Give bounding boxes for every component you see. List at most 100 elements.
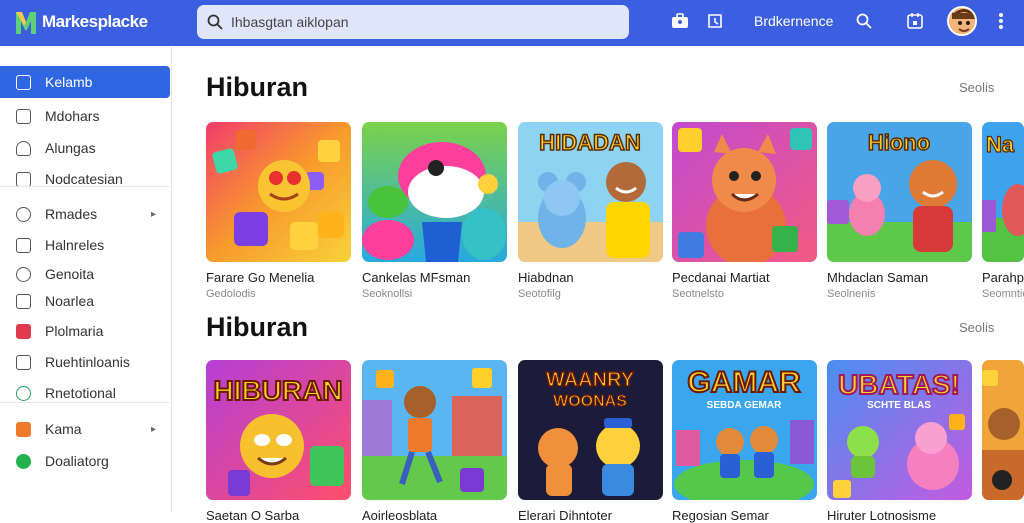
refresh-icon — [16, 266, 31, 282]
calendar-icon[interactable] — [904, 10, 926, 32]
sidebar-item-nodcatesian[interactable]: Nodcatesian — [0, 163, 170, 195]
app-card[interactable]: Na Parahpe Seomntioi — [982, 122, 1024, 300]
app-thumbnail[interactable]: Hiono — [827, 122, 972, 262]
main-content: Hiburan Seolis Farare Go Menelia Gedolod… — [173, 46, 1024, 523]
circle-icon — [16, 206, 31, 222]
app-thumbnail[interactable]: Na — [982, 122, 1024, 262]
logo-icon — [16, 12, 36, 34]
sidebar-item-label: Kelamb — [45, 74, 93, 90]
sidebar-item-kelamb[interactable]: Kelamb — [0, 66, 170, 98]
sidebar-item-rnetotional[interactable]: Rnetotional — [0, 377, 170, 409]
app-subtitle: Seotofilg — [518, 288, 561, 300]
app-card[interactable]: HIBURAN Saetan O Sarba — [206, 360, 351, 523]
play-icon — [16, 74, 31, 90]
app-title: Hiabdnan — [518, 270, 574, 285]
app-thumbnail[interactable]: HIDADAN — [518, 122, 663, 262]
music-icon — [16, 323, 31, 339]
app-subtitle: Seomntioi — [982, 288, 1024, 300]
app-title: Elerari Dihntoter — [518, 508, 612, 523]
app-title: Parahpe — [982, 270, 1024, 285]
thumb-banner-text: Hiono — [868, 130, 930, 155]
sidebar-item-label: Rnetotional — [45, 385, 116, 401]
sidebar-item-noarlea[interactable]: Noarlea — [0, 285, 170, 317]
sidebar-item-mdohars[interactable]: Mdohars — [0, 100, 170, 132]
check-circle-icon — [16, 385, 31, 401]
see-all-link[interactable]: Seolis — [959, 80, 994, 95]
app-title: Farare Go Menelia — [206, 270, 315, 285]
thumb-banner-text-2: SCHTE BLAS — [867, 400, 931, 411]
history-icon[interactable] — [704, 10, 726, 32]
app-subtitle: Seotnelsto — [672, 288, 724, 300]
search-icon[interactable] — [853, 10, 875, 32]
sidebar-item-label: Rmades — [45, 206, 98, 222]
sidebar-item-kama[interactable]: Kama ▸ — [0, 413, 170, 445]
check-circle-icon — [16, 453, 31, 469]
app-card[interactable]: UBATAS! SCHTE BLAS Hiruter Lotnosisme — [827, 360, 972, 523]
section-title: Hiburan — [206, 312, 309, 342]
app-title: Saetan O Sarba — [206, 508, 300, 523]
app-thumbnail[interactable]: HIBURAN — [206, 360, 351, 500]
app-thumbnail[interactable] — [982, 360, 1024, 500]
chevron-right-icon: ▸ — [150, 423, 156, 435]
more-vert-icon[interactable] — [990, 10, 1012, 32]
square-icon — [16, 293, 31, 309]
app-card[interactable]: HIDADAN Hiabdnan Seotofilg — [518, 122, 663, 300]
app-card[interactable]: Cankelas MFsman Seoknollsi — [362, 122, 507, 300]
sidebar-item-label: Doaliatorg — [45, 453, 109, 469]
sidebar-item-label: Kama — [45, 421, 82, 437]
see-all-link[interactable]: Seolis — [959, 320, 994, 335]
app-thumbnail[interactable]: UBATAS! SCHTE BLAS — [827, 360, 972, 500]
app-card[interactable] — [982, 360, 1024, 508]
sidebar-item-label: Halnreles — [45, 237, 105, 253]
sidebar-item-label: Mdohars — [45, 108, 100, 124]
sidebar-item-plolmaria[interactable]: Plolmaria — [0, 315, 170, 347]
edit-icon — [16, 354, 31, 370]
thumb-banner-text: WAANRY — [546, 369, 635, 391]
briefcase-icon[interactable] — [669, 10, 691, 32]
sidebar-item-doaliatorg[interactable]: Doaliatorg — [0, 445, 170, 477]
headset-icon — [16, 140, 31, 156]
app-thumbnail[interactable]: WAANRY WOONAS — [518, 360, 663, 500]
sidebar-item-label: Ruehtinloanis — [45, 354, 130, 370]
divider — [0, 186, 170, 187]
search-input[interactable] — [231, 14, 611, 30]
app-thumbnail[interactable] — [362, 122, 507, 262]
app-name: Markesplacke — [42, 12, 148, 31]
app-title: Pecdanai Martiat — [672, 270, 770, 285]
app-card[interactable]: Aoirleosblata — [362, 360, 507, 523]
app-title: Aoirleosblata — [362, 508, 438, 523]
app-thumbnail[interactable]: GAMAR SEBDA GEMAR — [672, 360, 817, 500]
sidebar-item-label: Plolmaria — [45, 323, 104, 339]
app-logo[interactable]: Markesplacke — [14, 8, 148, 36]
app-thumbnail[interactable] — [362, 360, 507, 500]
chevron-right-icon: ▸ — [150, 208, 156, 220]
app-card[interactable]: Pecdanai Martiat Seotnelsto — [672, 122, 817, 300]
app-card[interactable]: Farare Go Menelia Gedolodis — [206, 122, 351, 300]
section-title: Hiburan — [206, 72, 309, 102]
app-subtitle: Seoknollsi — [362, 288, 413, 300]
thumb-banner-text: UBATAS! — [838, 369, 960, 400]
app-card[interactable]: Hiono Mhdaclan Saman Seolnenis — [827, 122, 972, 300]
sidebar-item-label: Alungas — [45, 140, 96, 156]
thumb-banner-text: Na — [986, 132, 1015, 157]
topbar-link[interactable]: Brdkernence — [754, 13, 833, 29]
sidebar-item-rmades[interactable]: Rmades ▸ — [0, 198, 170, 230]
top-app-bar: Markesplacke Brdkernence — [0, 0, 1024, 46]
thumb-banner-text: HIBURAN — [213, 375, 342, 406]
sidebar-item-label: Genoita — [45, 266, 95, 282]
app-card[interactable]: GAMAR SEBDA GEMAR Regosian Semar — [672, 360, 817, 523]
avatar[interactable] — [947, 6, 977, 36]
sidebar-item-label: Noarlea — [45, 293, 95, 309]
search-bar[interactable] — [197, 5, 629, 39]
sidebar-item-alungas[interactable]: Alungas — [0, 132, 170, 164]
app-card[interactable]: WAANRY WOONAS Elerari Dihntoter — [518, 360, 663, 523]
app-subtitle: Seolnenis — [827, 288, 876, 300]
app-thumbnail[interactable] — [672, 122, 817, 262]
sidebar-item-ruehtinloanis[interactable]: Ruehtinloanis — [0, 346, 170, 378]
sidebar-item-halnreles[interactable]: Halnreles — [0, 229, 170, 261]
square-icon — [16, 421, 31, 437]
app-thumbnail[interactable] — [206, 122, 351, 262]
sidebar-item-label: Nodcatesian — [45, 171, 123, 187]
app-title: Regosian Semar — [672, 508, 769, 523]
square-icon — [16, 237, 31, 253]
